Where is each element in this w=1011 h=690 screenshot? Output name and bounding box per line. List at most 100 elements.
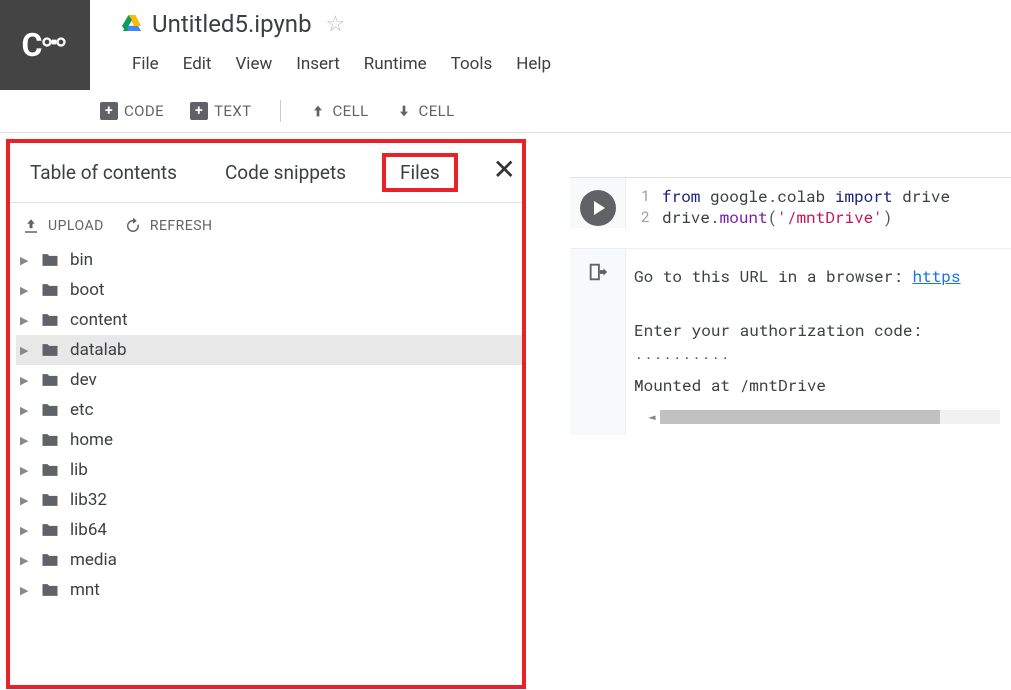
folder-label: datalab	[70, 340, 127, 360]
folder-label: etc	[70, 400, 93, 420]
tok: )	[883, 207, 893, 228]
separator	[280, 100, 281, 122]
auth-link[interactable]: https	[912, 266, 960, 287]
tree-folder-lib[interactable]: ▶ lib	[16, 455, 522, 485]
tree-folder-content[interactable]: ▶ content	[16, 305, 522, 335]
folder-label: lib32	[70, 490, 107, 510]
chevron-right-icon: ▶	[20, 344, 30, 357]
menu-edit[interactable]: Edit	[171, 50, 224, 78]
folder-label: mnt	[70, 580, 100, 600]
chevron-right-icon: ▶	[20, 524, 30, 537]
tok: '/mntDrive'	[777, 207, 883, 228]
code-body[interactable]: 1 from google.colab import drive 2 dr	[626, 178, 1011, 228]
chevron-right-icon: ▶	[20, 434, 30, 447]
tok: mount	[720, 207, 768, 228]
arrow-up-icon	[309, 102, 327, 120]
output-icon[interactable]	[587, 261, 609, 283]
tree-folder-dev[interactable]: ▶dev	[16, 365, 522, 395]
tok: .	[768, 186, 778, 207]
run-button[interactable]	[580, 190, 616, 226]
chevron-right-icon: ▶	[20, 554, 30, 567]
refresh-label: REFRESH	[150, 218, 213, 234]
plus-icon: +	[100, 102, 118, 120]
play-icon	[594, 201, 605, 215]
folder-icon	[38, 370, 62, 390]
tree-folder-bin[interactable]: ▶ bin	[16, 245, 522, 275]
tree-folder-etc[interactable]: ▶ etc	[16, 395, 522, 425]
chevron-right-icon: ▶	[20, 314, 30, 327]
chevron-right-icon: ▶	[20, 404, 30, 417]
editor-area: 1 from google.colab import drive 2 dr	[526, 133, 1011, 689]
output-cell: Go to this URL in a browser: https Enter…	[570, 248, 1011, 435]
menubar: File Edit View Insert Runtime Tools Help	[120, 50, 1011, 78]
tab-files[interactable]: Files	[382, 153, 458, 192]
chevron-right-icon: ▶	[20, 584, 30, 597]
chevron-right-icon: ▶	[20, 254, 30, 267]
upload-button[interactable]: UPLOAD	[22, 217, 104, 235]
tok: drive	[902, 186, 950, 207]
folder-icon	[38, 430, 62, 450]
tree-folder-datalab[interactable]: ▶ datalab	[16, 335, 522, 365]
add-code-button[interactable]: + CODE	[90, 98, 174, 124]
tok: (	[768, 207, 778, 228]
folder-label: boot	[70, 280, 105, 300]
scroll-track[interactable]	[660, 410, 1000, 424]
file-tree[interactable]: ▶bin▶boot▶content▶datalab▶dev▶etc▶home▶l…	[10, 245, 522, 675]
cell-gutter	[570, 178, 626, 228]
add-text-button[interactable]: + TEXT	[180, 98, 261, 124]
line-number: 1	[626, 186, 650, 207]
folder-label: lib64	[70, 520, 107, 540]
tok: colab	[777, 186, 825, 207]
plus-icon: +	[190, 102, 208, 120]
cell-down-button[interactable]: CELL	[385, 98, 465, 124]
tab-snippets[interactable]: Code snippets	[217, 157, 354, 188]
output-text: Mounted at /mntDrive	[634, 375, 826, 396]
tree-folder-lib64[interactable]: ▶ lib64	[16, 515, 522, 545]
tree-folder-media[interactable]: ▶media	[16, 545, 522, 575]
notebook-title[interactable]: Untitled5.ipynb	[152, 10, 312, 38]
folder-icon	[38, 340, 62, 360]
scroll-left-icon[interactable]: ◄	[644, 409, 660, 425]
tree-folder-mnt[interactable]: ▶ mnt	[16, 575, 522, 605]
folder-icon	[38, 280, 62, 300]
refresh-button[interactable]: REFRESH	[124, 217, 213, 235]
tree-folder-lib32[interactable]: ▶lib32	[16, 485, 522, 515]
menu-view[interactable]: View	[223, 50, 284, 78]
header: C Untitled5.ipynb ☆ File Edit View Inser…	[0, 0, 1011, 90]
menu-insert[interactable]: Insert	[284, 50, 352, 78]
tree-folder-boot[interactable]: ▶boot	[16, 275, 522, 305]
horizontal-scrollbar[interactable]: ◄	[644, 409, 1011, 425]
tab-toc[interactable]: Table of contents	[22, 157, 185, 188]
tok: google	[710, 186, 768, 207]
menu-help[interactable]: Help	[504, 50, 563, 78]
cell-up-button[interactable]: CELL	[299, 98, 379, 124]
add-text-label: TEXT	[214, 102, 251, 120]
menu-runtime[interactable]: Runtime	[352, 50, 439, 78]
close-icon[interactable]: ✕	[493, 153, 516, 186]
folder-label: content	[70, 310, 128, 330]
output-text: Go to this URL in a browser:	[634, 266, 912, 287]
folder-icon	[38, 400, 62, 420]
colab-logo[interactable]: C	[0, 0, 90, 90]
drive-icon	[120, 12, 144, 36]
scroll-thumb[interactable]	[660, 410, 940, 424]
tree-folder-home[interactable]: ▶home	[16, 425, 522, 455]
menu-tools[interactable]: Tools	[439, 50, 505, 78]
folder-icon	[38, 550, 62, 570]
star-icon[interactable]: ☆	[326, 12, 346, 37]
output-gutter	[570, 249, 626, 435]
output-body: Go to this URL in a browser: https Enter…	[626, 249, 1011, 435]
folder-icon	[38, 460, 62, 480]
menu-file[interactable]: File	[120, 50, 171, 78]
folder-icon	[38, 520, 62, 540]
chevron-right-icon: ▶	[20, 464, 30, 477]
tok: .	[710, 207, 720, 228]
folder-label: lib	[70, 460, 88, 480]
chevron-right-icon: ▶	[20, 374, 30, 387]
tok: from	[662, 186, 700, 207]
sidebar-panel: Table of contents Code snippets Files ✕ …	[6, 139, 526, 689]
folder-icon	[38, 250, 62, 270]
folder-label: bin	[70, 250, 93, 270]
arrow-down-icon	[395, 102, 413, 120]
code-cell[interactable]: 1 from google.colab import drive 2 dr	[570, 177, 1011, 228]
